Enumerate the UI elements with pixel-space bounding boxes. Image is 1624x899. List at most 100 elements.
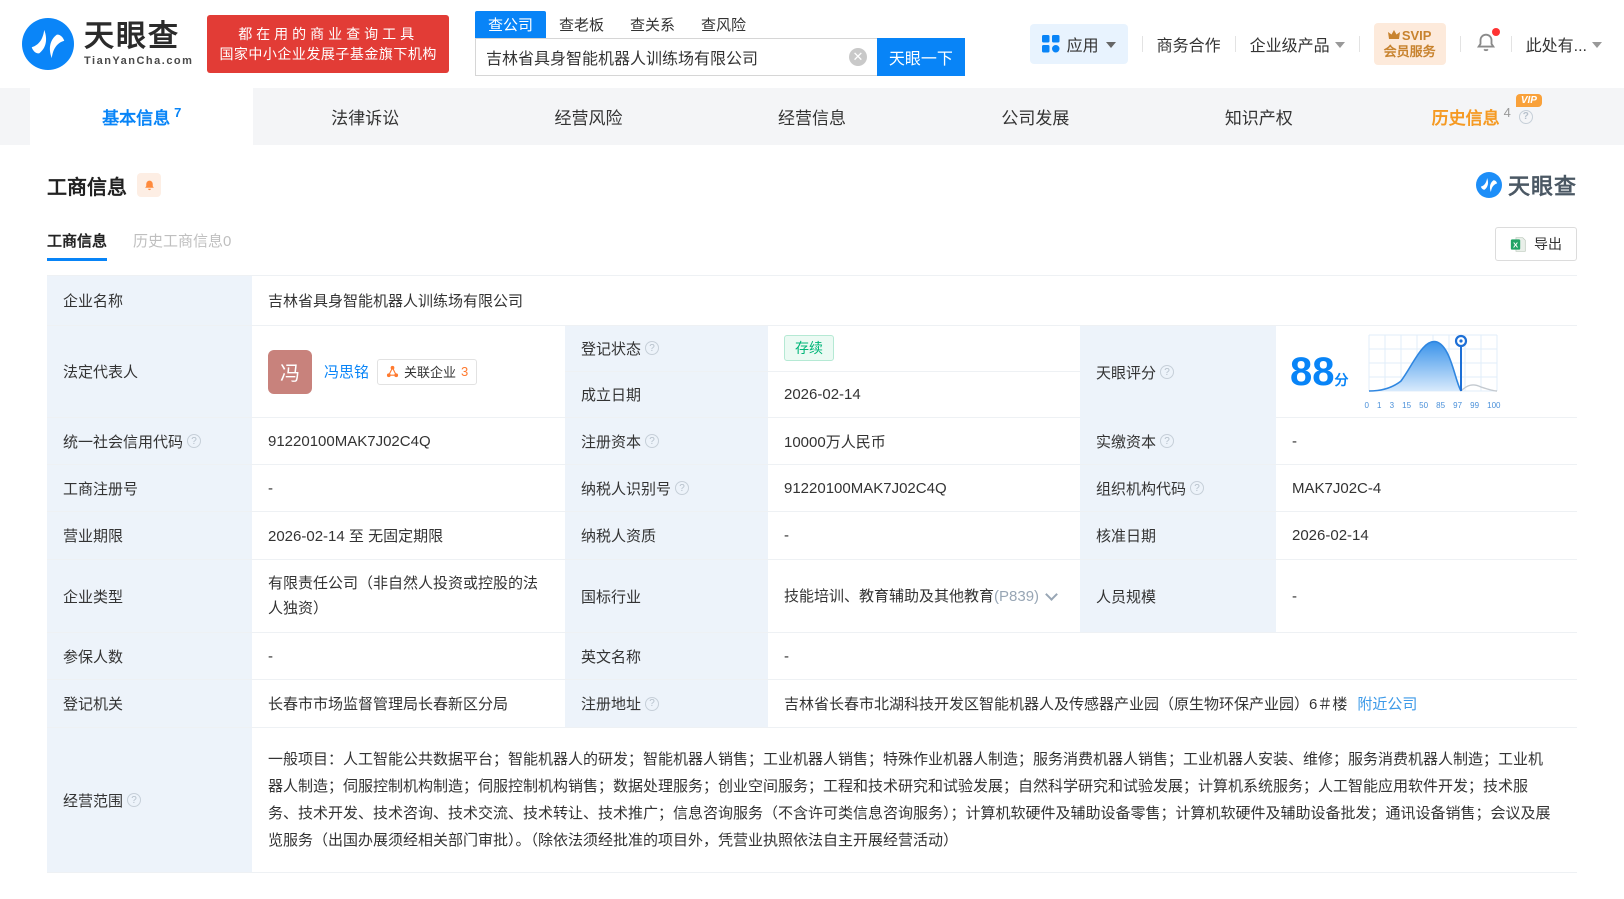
chevron-down-icon[interactable] [1045, 587, 1058, 601]
field-label: 实缴资本 [1080, 418, 1276, 464]
tab-operating-risk[interactable]: 经营风险 [477, 88, 700, 145]
notifications-bell[interactable] [1475, 27, 1500, 58]
help-icon[interactable] [1160, 434, 1175, 448]
table-row: 工商注册号 - 纳税人识别号 91220100MAK7J02C4Q 组织机构代码… [47, 465, 1577, 512]
help-icon[interactable] [127, 793, 142, 807]
monitor-bell-button[interactable] [137, 173, 161, 197]
nav-enterprise-label: 企业级产品 [1249, 38, 1330, 55]
chevron-down-icon [1592, 42, 1602, 48]
chevron-down-icon [1105, 42, 1116, 48]
industry-code: (P839) [994, 587, 1040, 605]
help-icon[interactable] [645, 434, 660, 448]
excel-icon: X [1510, 236, 1526, 252]
field-label: 登记状态 [565, 326, 768, 371]
nearby-companies-link[interactable]: 附近公司 [1357, 693, 1417, 714]
tab-count: 4 [1503, 105, 1511, 120]
subtab-business-info[interactable]: 工商信息 [47, 230, 108, 261]
help-icon[interactable] [1160, 365, 1175, 379]
section-title: 工商信息 [47, 176, 127, 199]
related-companies-count: 3 [461, 364, 469, 379]
svip-line2: 会员服务 [1383, 44, 1436, 59]
establish-date-value: 2026-02-14 [768, 371, 1080, 417]
business-info-table: 企业名称 吉林省具身智能机器人训练场有限公司 法定代表人 冯 冯思铭 关联企业 … [47, 275, 1577, 873]
svip-member-badge[interactable]: SVIP 会员服务 [1373, 23, 1446, 65]
field-label: 法定代表人 [47, 326, 252, 417]
tab-company-development[interactable]: 公司发展 [924, 88, 1147, 145]
related-companies-label: 关联企业 [404, 365, 457, 380]
company-name-value: 吉林省具身智能机器人训练场有限公司 [252, 276, 1577, 325]
registration-no-value: - [252, 465, 565, 511]
clear-search-icon[interactable]: ✕ [848, 48, 867, 66]
search-tab-relation[interactable]: 查关系 [617, 11, 688, 38]
tianyancha-logo-icon [22, 18, 74, 70]
tab-label: 公司发展 [1001, 109, 1070, 128]
tab-business-info[interactable]: 经营信息 [700, 88, 923, 145]
search-tab-risk[interactable]: 查风险 [688, 11, 759, 38]
help-icon[interactable] [187, 434, 202, 448]
apps-menu[interactable]: 应用 [1029, 24, 1128, 64]
nav-enterprise-products[interactable]: 企业级产品 [1250, 32, 1345, 56]
help-icon[interactable] [1190, 481, 1205, 495]
field-label: 企业名称 [47, 276, 252, 325]
watermark-text: 天眼查 [1507, 174, 1577, 199]
field-label: 经营范围 [47, 728, 252, 872]
tianyancha-logo[interactable]: 天眼查 TianYanCha.com [22, 18, 193, 70]
field-label: 营业期限 [47, 512, 252, 559]
field-label: 注册地址 [565, 680, 768, 727]
tab-intellectual-property[interactable]: 知识产权 [1147, 88, 1370, 145]
nav-cooperation[interactable]: 商务合作 [1157, 32, 1221, 56]
svip-line1: SVIP [1401, 28, 1432, 43]
help-icon[interactable] [675, 481, 690, 495]
table-row: 统一社会信用代码 91220100MAK7J02C4Q 注册资本 10000万人… [47, 418, 1577, 465]
business-term-value: 2026-02-14 至 无固定期限 [252, 512, 565, 559]
field-label: 人员规模 [1080, 560, 1276, 632]
registration-authority-value: 长春市市场监督管理局长春新区分局 [252, 680, 565, 727]
network-icon [386, 365, 399, 378]
field-label: 统一社会信用代码 [47, 418, 252, 464]
field-label-text: 天眼评分 [1096, 364, 1157, 382]
user-menu[interactable]: 此处有... [1526, 32, 1602, 56]
crown-icon [1387, 30, 1400, 39]
related-companies-badge[interactable]: 关联企业 3 [377, 358, 478, 385]
field-label: 纳税人资质 [565, 512, 768, 559]
tab-label: 历史信息 [1431, 109, 1500, 128]
tab-basic-info[interactable]: 基本信息 7 [30, 88, 254, 145]
tab-label: 基本信息 [102, 109, 171, 128]
english-name-value: - [768, 633, 1577, 679]
paid-capital-value: - [1276, 418, 1577, 464]
table-row: 企业名称 吉林省具身智能机器人训练场有限公司 [47, 276, 1577, 326]
registered-capital-value: 10000万人民币 [768, 418, 1080, 464]
svg-text:X: X [1513, 240, 1519, 249]
search-tab-company[interactable]: 查公司 [474, 11, 546, 38]
apps-grid-icon [1041, 35, 1060, 53]
top-bar: 天眼查 TianYanCha.com 都在用的商业查询工具 国家中小企业发展子基… [0, 0, 1624, 88]
field-label-text: 登记状态 [581, 340, 642, 358]
table-row: 参保人数 - 英文名称 - [47, 633, 1577, 680]
tab-legal-litigation[interactable]: 法律诉讼 [253, 88, 476, 145]
vip-badge: VIP [1515, 94, 1542, 107]
tyc-score-cell: 88分 0 1 3 15 50 85 97 99 100 [1276, 326, 1577, 417]
legal-rep-link[interactable]: 冯思铭 [324, 361, 369, 382]
tab-history-info[interactable]: VIP 历史信息 4 [1371, 88, 1594, 145]
help-icon[interactable] [1518, 109, 1533, 124]
subtab-history-business-info[interactable]: 历史工商信息0 [133, 230, 231, 261]
taxpayer-qualification-value: - [768, 512, 1080, 559]
promo-line1: 都在用的商业查询工具 [238, 26, 419, 42]
apps-label: 应用 [1066, 38, 1099, 55]
field-label: 注册资本 [565, 418, 768, 464]
search-button[interactable]: 天眼一下 [876, 38, 965, 76]
help-icon[interactable] [645, 341, 660, 356]
avatar[interactable]: 冯 [268, 349, 312, 394]
chevron-down-icon [1334, 42, 1345, 48]
export-label: 导出 [1534, 236, 1562, 252]
legal-rep-cell: 冯 冯思铭 关联企业 3 [252, 326, 565, 417]
export-button[interactable]: X 导出 [1495, 227, 1577, 261]
logo-brand-text: 天眼查 [84, 19, 180, 53]
search-tab-boss[interactable]: 查老板 [546, 11, 617, 38]
notification-dot [1491, 27, 1500, 36]
table-row: 企业类型 有限责任公司（非自然人投资或控股的法人独资） 国标行业 技能培训、教育… [47, 560, 1577, 633]
staff-size-value: - [1276, 560, 1577, 632]
help-icon[interactable] [645, 696, 660, 711]
field-label: 企业类型 [47, 560, 252, 632]
search-input[interactable] [485, 48, 849, 66]
